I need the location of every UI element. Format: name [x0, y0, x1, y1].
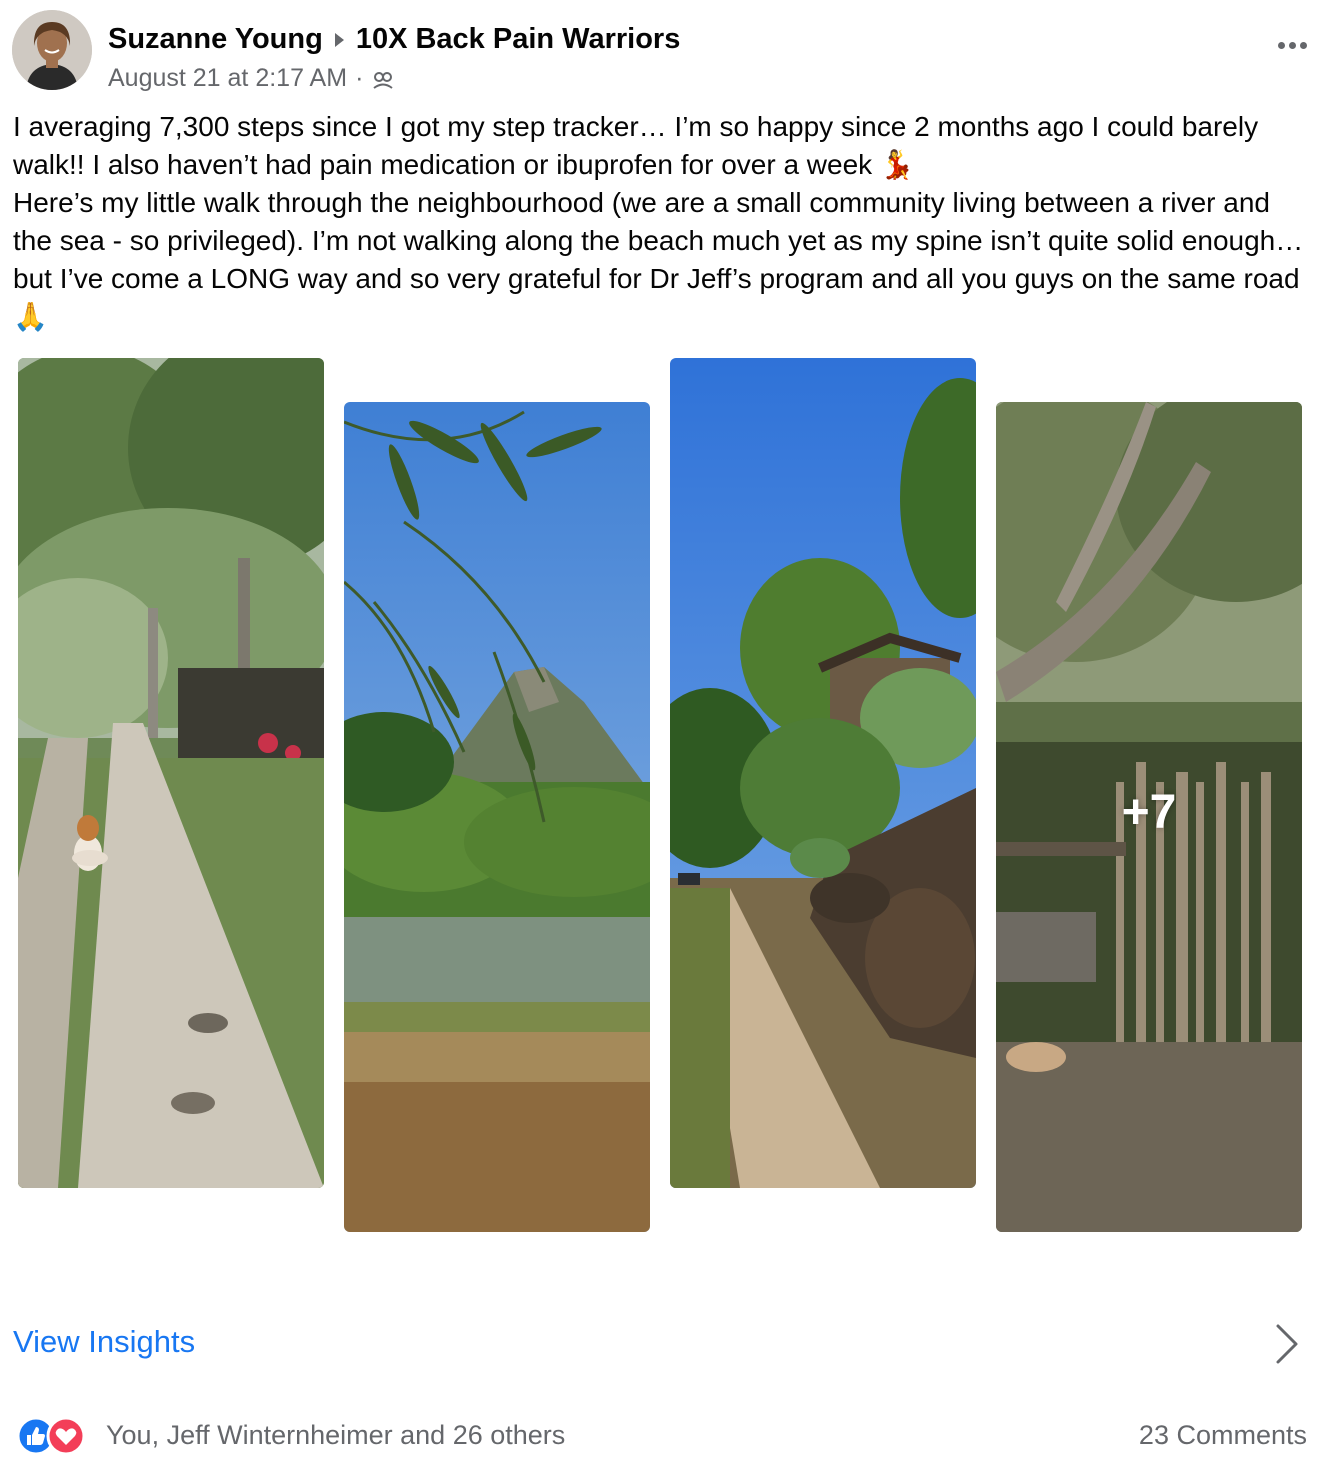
dot — [1299, 41, 1307, 49]
post-text-paragraph: Here’s my little walk through the neighb… — [13, 187, 1304, 332]
avatar-photo — [12, 10, 92, 90]
post-photo-4[interactable]: +7 — [996, 402, 1302, 1232]
post-photo-3[interactable] — [670, 358, 976, 1188]
reaction-icons-group — [16, 1416, 86, 1456]
love-icon — [46, 1416, 86, 1456]
garden-path-photo — [670, 358, 976, 1188]
reaction-icons[interactable] — [16, 1416, 88, 1456]
reactions-summary[interactable]: You, Jeff Winternheimer and 26 others — [106, 1420, 565, 1451]
post-header: Suzanne Young 10X Back Pain Warriors Aug… — [12, 10, 1316, 92]
post-meta: August 21 at 2:17 AM · — [108, 64, 395, 93]
post-photo-2[interactable] — [344, 402, 650, 1232]
shared-to-arrow-icon — [334, 32, 344, 47]
post-body: I averaging 7,300 steps since I got my s… — [13, 108, 1313, 336]
author-line: Suzanne Young 10X Back Pain Warriors — [108, 23, 680, 56]
group-name[interactable]: 10X Back Pain Warriors — [356, 23, 681, 56]
post-timestamp[interactable]: August 21 at 2:17 AM — [108, 64, 347, 93]
dot — [1288, 41, 1296, 49]
more-photos-count: +7 — [1121, 785, 1177, 839]
more-photos-overlay[interactable]: +7 — [996, 402, 1302, 1232]
post-text-paragraph: I averaging 7,300 steps since I got my s… — [13, 111, 1259, 180]
dirt-road-photo — [18, 358, 324, 1188]
author-avatar[interactable] — [12, 10, 92, 90]
author-name[interactable]: Suzanne Young — [108, 23, 323, 56]
dot — [1277, 41, 1285, 49]
meta-separator: · — [355, 64, 364, 92]
comments-count[interactable]: 23 Comments — [1139, 1420, 1307, 1451]
group-privacy-icon[interactable] — [371, 67, 395, 91]
mountain-lagoon-photo — [344, 402, 650, 1232]
view-insights-link[interactable]: View Insights — [13, 1324, 195, 1360]
post-photo-1[interactable] — [18, 358, 324, 1188]
chevron-right-icon[interactable] — [1272, 1320, 1302, 1368]
more-options-icon[interactable] — [1272, 35, 1312, 55]
